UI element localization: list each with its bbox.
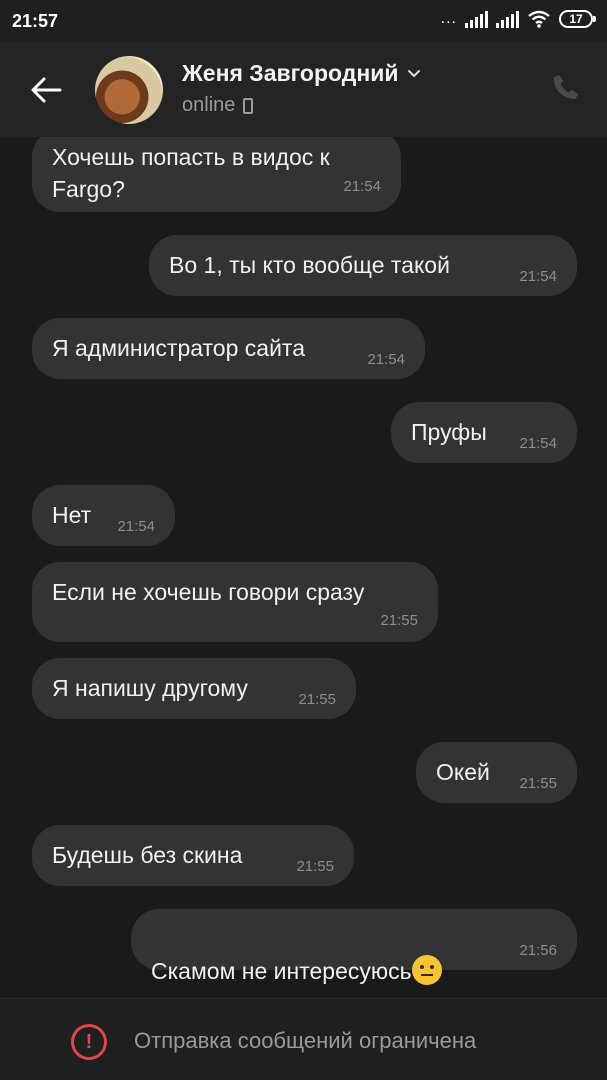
clock: 21:57 xyxy=(12,11,59,31)
message-bubble-outgoing[interactable]: Скамом не интересуюсь 21:56 xyxy=(131,909,577,985)
message-bubble-incoming[interactable]: Будешь без скина 21:55 xyxy=(32,825,354,886)
message-time: 21:54 xyxy=(343,178,381,195)
wifi-icon xyxy=(528,10,550,28)
warning-icon: ! xyxy=(71,1024,107,1060)
message-time: 21:55 xyxy=(298,691,336,708)
message-bubble-incoming[interactable]: Я напишу другому 21:55 xyxy=(32,658,356,719)
contact-name-row[interactable]: Женя Завгородний xyxy=(182,60,421,87)
message-time: 21:56 xyxy=(519,942,557,959)
phone-call-icon[interactable] xyxy=(551,72,581,102)
chevron-down-icon xyxy=(407,69,420,77)
signal-icon-2 xyxy=(496,10,519,28)
battery-icon: 17 xyxy=(559,10,596,28)
avatar[interactable] xyxy=(95,56,163,124)
chat-header: Женя Завгородний online xyxy=(0,42,607,137)
back-arrow-icon[interactable] xyxy=(28,72,64,108)
restricted-footer: ! Отправка сообщений ограничена xyxy=(0,998,607,1080)
message-bubble-outgoing[interactable]: Во 1, ты кто вообще такой 21:54 xyxy=(149,235,577,296)
message-bubble-outgoing[interactable]: Пруфы 21:54 xyxy=(391,402,577,463)
notification-dots-icon: ... xyxy=(440,10,457,27)
status-bar: 21:57 ... 17 xyxy=(0,0,607,42)
status-icons: ... 17 xyxy=(440,10,596,28)
message-time: 21:55 xyxy=(519,775,557,792)
mobile-device-icon xyxy=(243,97,254,114)
message-text: Нет xyxy=(52,502,92,528)
message-bubble-incoming[interactable]: Нет 21:54 xyxy=(32,485,175,546)
contact-name: Женя Завгородний xyxy=(182,60,399,86)
signal-icon-1 xyxy=(465,10,488,28)
message-time: 21:54 xyxy=(519,435,557,452)
messaging-restricted-notice: Отправка сообщений ограничена xyxy=(134,1028,477,1053)
presence-row: online xyxy=(182,94,254,117)
message-text: Я администратор сайта xyxy=(52,335,305,361)
message-bubble-incoming[interactable]: Хочешь попасть в видос к Fargo? 21:54 xyxy=(32,137,401,212)
online-status: online xyxy=(182,94,236,116)
message-time: 21:54 xyxy=(367,351,405,368)
message-text: Хочешь попасть в видос к Fargo? xyxy=(52,144,330,202)
message-text: Будешь без скина xyxy=(52,842,243,868)
message-text-content: Скамом не интересуюсь xyxy=(151,958,412,984)
message-text: Окей xyxy=(436,759,490,785)
message-text: Скамом не интересуюсь xyxy=(151,923,442,987)
message-text: Я напишу другому xyxy=(52,675,248,701)
message-text: Во 1, ты кто вообще такой xyxy=(169,252,450,278)
message-bubble-incoming[interactable]: Если не хочешь говори сразу 21:55 xyxy=(32,562,438,642)
message-text: Пруфы xyxy=(411,419,487,445)
message-text: Если не хочешь говори сразу xyxy=(52,579,365,605)
neutral-face-emoji-icon xyxy=(411,955,442,985)
message-time: 21:55 xyxy=(380,612,418,629)
message-time: 21:54 xyxy=(519,268,557,285)
message-bubble-incoming[interactable]: Я администратор сайта 21:54 xyxy=(32,318,425,379)
message-bubble-outgoing[interactable]: Окей 21:55 xyxy=(416,742,577,803)
message-time: 21:55 xyxy=(296,858,334,875)
message-list[interactable]: Хочешь попасть в видос к Fargo? 21:54 Во… xyxy=(0,137,607,997)
message-time: 21:54 xyxy=(117,518,155,535)
